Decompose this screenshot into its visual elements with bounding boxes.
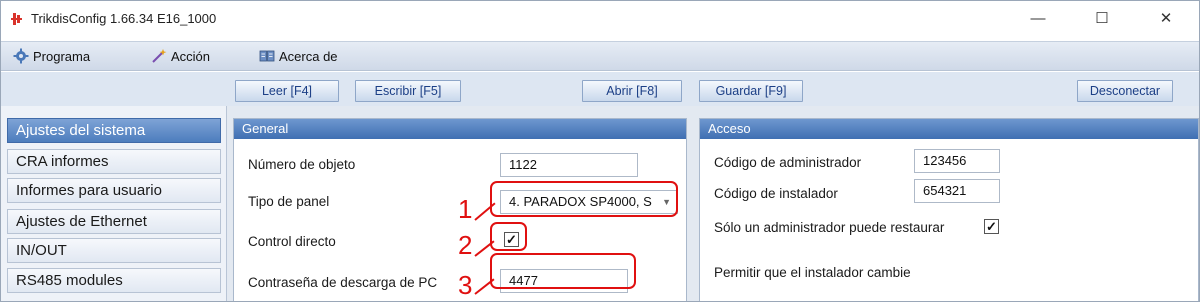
- object-number-input[interactable]: 1122: [500, 153, 638, 177]
- wand-icon: [152, 49, 167, 63]
- annotation-number-3: 3: [458, 270, 473, 300]
- general-panel-title: General: [234, 119, 686, 139]
- sidebar-item-ajustes-del-sistema[interactable]: Ajustes del sistema: [7, 118, 221, 143]
- write-button[interactable]: Escribir [F5]: [355, 80, 461, 102]
- book-icon: [259, 50, 275, 62]
- open-button[interactable]: Abrir [F8]: [582, 80, 682, 102]
- maximize-button[interactable]: ☐: [1079, 5, 1125, 33]
- annotation-box-3: [490, 253, 636, 289]
- annotation-number-2: 2: [458, 230, 473, 260]
- sidebar-item-ajustes-de-ethernet[interactable]: Ajustes de Ethernet: [7, 209, 221, 234]
- object-number-label: Número de objeto: [248, 157, 356, 172]
- save-button[interactable]: Guardar [F9]: [699, 80, 803, 102]
- menu-acerca-de-label: Acerca de: [279, 49, 338, 64]
- menu-acerca-de[interactable]: Acerca de: [259, 48, 338, 66]
- disconnect-button[interactable]: Desconectar: [1077, 80, 1173, 102]
- close-button[interactable]: ✕: [1143, 5, 1189, 33]
- title-bar: TrikdisConfig 1.66.34 E16_1000 — ☐ ✕: [1, 1, 1199, 37]
- only-admin-restore-label: Sólo un administrador puede restaurar: [714, 220, 945, 235]
- annotation-number-1: 1: [458, 194, 473, 224]
- installer-code-input[interactable]: 654321: [914, 179, 1000, 203]
- sidebar-item-rs485-modules[interactable]: RS485 modules: [7, 268, 221, 293]
- admin-code-label: Código de administrador: [714, 155, 862, 170]
- only-admin-restore-checkbox[interactable]: ✓: [984, 219, 999, 234]
- admin-code-input[interactable]: 123456: [914, 149, 1000, 173]
- window-title: TrikdisConfig 1.66.34 E16_1000: [31, 11, 217, 26]
- sidebar-item-cra-informes[interactable]: CRA informes: [7, 149, 221, 174]
- toolbar: Leer [F4] Escribir [F5] Abrir [F8] Guard…: [1, 72, 1199, 106]
- app-window: TrikdisConfig 1.66.34 E16_1000 — ☐ ✕ Pro…: [0, 0, 1200, 302]
- access-panel-title: Acceso: [700, 119, 1198, 139]
- menu-programa-label: Programa: [33, 49, 91, 64]
- sidebar: Ajustes del sistema CRA informes Informe…: [1, 106, 227, 301]
- gear-icon: [13, 48, 29, 64]
- panel-type-label: Tipo de panel: [248, 194, 330, 209]
- access-panel: Acceso Código de administrador 123456 Có…: [699, 118, 1199, 301]
- direct-control-label: Control directo: [248, 234, 336, 249]
- pc-password-label: Contraseña de descarga de PC: [248, 275, 438, 290]
- menu-bar: Programa Acción Acerca de: [1, 41, 1199, 71]
- app-logo-icon: [11, 13, 22, 25]
- sidebar-item-informes-para-usuario[interactable]: Informes para usuario: [7, 178, 221, 203]
- sidebar-item-in-out[interactable]: IN/OUT: [7, 238, 221, 263]
- annotation-box-2: [490, 222, 527, 251]
- content-area: General Número de objeto 1122 Tipo de pa…: [227, 106, 1199, 301]
- installer-code-label: Código de instalador: [714, 186, 838, 201]
- minimize-button[interactable]: —: [1015, 5, 1061, 33]
- allow-installer-label: Permitir que el instalador cambie: [714, 265, 911, 280]
- menu-accion[interactable]: Acción: [151, 48, 210, 66]
- menu-programa[interactable]: Programa: [13, 48, 90, 66]
- annotation-box-1: [490, 181, 678, 217]
- read-button[interactable]: Leer [F4]: [235, 80, 339, 102]
- menu-accion-label: Acción: [171, 49, 211, 64]
